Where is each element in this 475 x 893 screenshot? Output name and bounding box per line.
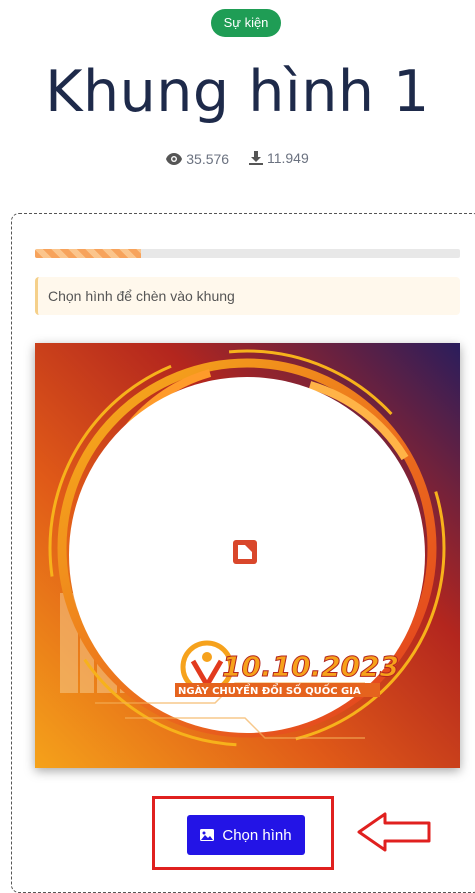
image-icon <box>200 829 215 841</box>
choose-image-label: Chọn hình <box>222 826 292 844</box>
pointer-arrow-icon <box>357 812 431 852</box>
views-stat: 35.576 <box>166 151 229 167</box>
category-badge[interactable]: Sự kiện <box>211 9 281 37</box>
eye-icon <box>166 153 183 165</box>
image-placeholder-icon <box>233 540 257 564</box>
stats-row: 35.576 11.949 <box>0 150 475 168</box>
frame-date-text: 10.10.2023 <box>222 650 399 683</box>
progress-bar <box>35 249 460 258</box>
downloads-count: 11.949 <box>266 150 309 166</box>
page-title: Khung hình 1 <box>45 59 430 125</box>
downloads-stat: 11.949 <box>248 150 309 166</box>
views-count: 35.576 <box>186 151 230 167</box>
choose-image-button[interactable]: Chọn hình <box>187 815 305 855</box>
download-icon <box>248 151 263 165</box>
progress-fill <box>35 249 142 258</box>
frame-preview[interactable]: 10.10.2023 NGÀY CHUYỂN ĐỔI SỐ QUỐC GIA <box>35 343 460 768</box>
instruction-notice: Chọn hình để chèn vào khung <box>35 277 460 315</box>
frame-artwork: 10.10.2023 NGÀY CHUYỂN ĐỔI SỐ QUỐC GIA <box>35 343 460 768</box>
